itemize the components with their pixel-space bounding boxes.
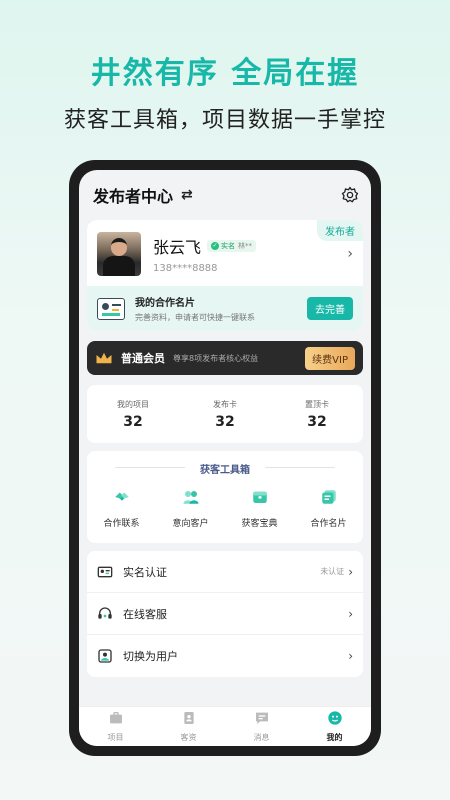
chevron-right-icon[interactable]: › (347, 246, 353, 262)
tool-label: 合作名片 (310, 519, 347, 529)
tool-cooperation-contact[interactable]: 合作联系 (87, 488, 156, 529)
stat-label: 我的项目 (117, 399, 149, 409)
profile-info: 张云飞 ✓ 实名 林** 138****8888 (153, 234, 347, 274)
verified-name: 林** (238, 242, 253, 250)
gear-icon[interactable] (341, 186, 359, 204)
tab-projects[interactable]: 项目 (79, 710, 152, 743)
tab-label: 消息 (253, 733, 270, 742)
tab-label: 客资 (180, 733, 197, 742)
verified-badge: ✓ 实名 林** (207, 240, 257, 252)
stat-value: 32 (123, 413, 143, 430)
stat-top-cards[interactable]: 置顶卡 32 (271, 399, 363, 430)
business-card-icon (97, 297, 125, 320)
promo-headline: 井然有序 全局在握 (90, 56, 360, 91)
tool-business-card[interactable]: 合作名片 (294, 488, 363, 529)
customers-icon (183, 491, 198, 504)
swap-arrows-icon[interactable]: ⇄ (181, 187, 193, 203)
briefcase-icon (109, 712, 122, 724)
app-screen: 发布者中心 ⇄ 发布者 张云飞 ✓ 实名 林** 138****8888 › 我… (79, 170, 371, 746)
tool-label: 合作联系 (103, 519, 140, 529)
card-stack-icon (321, 490, 336, 504)
vip-bar[interactable]: 普通会员 尊享8项发布者核心权益 续费VIP (87, 341, 363, 375)
tool-intent-customers[interactable]: 意向客户 (156, 488, 225, 529)
tab-label: 我的 (326, 733, 343, 742)
chevron-right-icon: › (348, 606, 353, 621)
menu-label: 切换为用户 (123, 650, 178, 663)
stat-value: 32 (307, 413, 327, 430)
role-tag: 发布者 (317, 220, 363, 241)
stat-value: 32 (215, 413, 235, 430)
tab-contacts[interactable]: 客资 (152, 710, 225, 743)
contacts-icon (183, 712, 194, 724)
headset-icon (98, 606, 112, 619)
tool-guidebook[interactable]: 获客宝典 (225, 488, 294, 529)
chevron-right-icon: › (348, 649, 353, 663)
user-phone: 138****8888 (153, 263, 218, 274)
menu-item-switch-user[interactable]: 切换为用户 › (87, 635, 363, 677)
toolbox-title: 获客工具箱 (87, 461, 363, 476)
avatar[interactable] (97, 232, 141, 276)
profile-icon (327, 711, 342, 725)
business-card-banner: 我的合作名片 完善资料，申请者可快捷一键联系 去完善 (87, 286, 363, 331)
tab-label: 项目 (107, 733, 124, 742)
promo-subline: 获客工具箱，项目数据一手掌控 (63, 108, 386, 133)
renew-vip-button[interactable]: 续费VIP (305, 346, 355, 370)
stat-publish-cards[interactable]: 发布卡 32 (179, 399, 271, 430)
business-card-desc: 完善资料，申请者可快捷一键联系 (135, 313, 255, 322)
stat-label: 发布卡 (213, 399, 237, 409)
tab-mine[interactable]: 我的 (298, 710, 371, 743)
user-name: 张云飞 (153, 238, 202, 257)
complete-profile-button[interactable]: 去完善 (307, 297, 353, 320)
vip-title: 普通会员 (121, 352, 165, 365)
tab-messages[interactable]: 消息 (225, 710, 298, 743)
bottom-tab-bar: 项目 客资 消息 我的 (79, 706, 371, 746)
menu-label: 实名认证 (123, 565, 167, 579)
chevron-right-icon: › (348, 564, 353, 579)
vip-desc: 尊享8项发布者核心权益 (173, 353, 259, 363)
message-icon (255, 712, 268, 724)
business-card-title: 我的合作名片 (135, 298, 195, 309)
tool-label: 意向客户 (172, 519, 209, 529)
profile-card: 发布者 张云飞 ✓ 实名 林** 138****8888 › 我的合作名片 完善… (87, 220, 363, 331)
verified-label: 实名 (221, 242, 236, 250)
guidebook-icon (252, 491, 267, 503)
settings-menu: 实名认证 未认证 › 在线客服 › 切换为用户 › (87, 551, 363, 677)
user-switch-icon (98, 649, 112, 663)
menu-item-real-name[interactable]: 实名认证 未认证 › (87, 551, 363, 593)
menu-item-online-service[interactable]: 在线客服 › (87, 593, 363, 635)
menu-label: 在线客服 (123, 607, 167, 621)
toolbox-panel: 获客工具箱 合作联系 意向客户 获客宝典 合作名片 (87, 451, 363, 543)
stat-label: 置顶卡 (305, 399, 329, 409)
id-card-icon (97, 566, 113, 577)
page-title: 发布者中心 (93, 187, 174, 206)
stats-panel: 我的项目 32 发布卡 32 置顶卡 32 (87, 385, 363, 443)
tool-label: 获客宝典 (241, 519, 278, 529)
top-bar: 发布者中心 ⇄ (79, 170, 371, 220)
verification-status: 未认证 (320, 567, 345, 576)
phone-frame: 发布者中心 ⇄ 发布者 张云飞 ✓ 实名 林** 138****8888 › 我… (69, 160, 381, 756)
handshake-icon (114, 492, 129, 501)
check-icon: ✓ (211, 242, 220, 250)
crown-icon (96, 352, 112, 364)
stat-my-projects[interactable]: 我的项目 32 (87, 399, 179, 430)
